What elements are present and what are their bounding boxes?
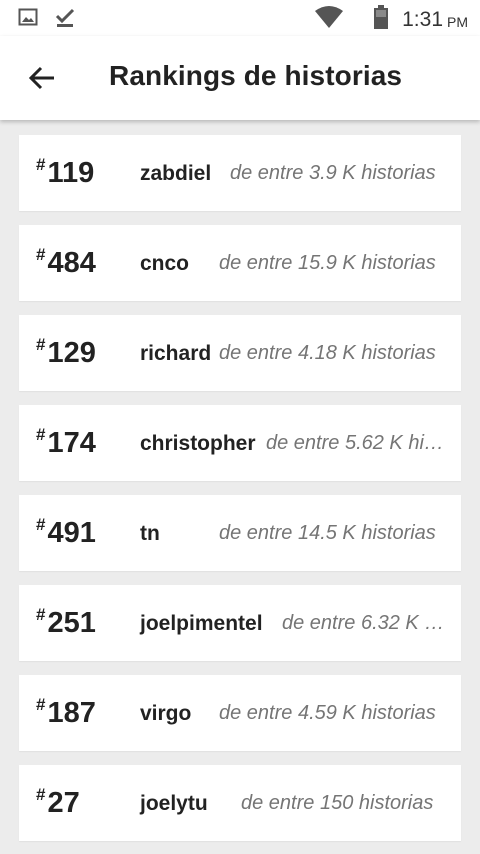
rank-number: #484	[36, 245, 96, 280]
ranking-card[interactable]: #174 christopher de entre 5.62 K hi…	[19, 405, 461, 481]
story-count: de entre 150 historias	[241, 792, 434, 814]
rank-number: #129	[36, 335, 96, 370]
rank-value: 129	[47, 337, 96, 369]
tag-name: virgo	[140, 702, 192, 725]
rank-value: 119	[47, 157, 95, 189]
clock-ampm: PM	[447, 13, 468, 30]
page-title: Rankings de historias	[109, 60, 403, 91]
hash-symbol: #	[36, 785, 46, 804]
ranking-card[interactable]: #119 zabdiel de entre 3.9 K historias	[19, 135, 461, 211]
tag-name: cnco	[140, 252, 190, 275]
story-count: de entre 4.18 K historias	[219, 342, 436, 364]
clock-time: 1:31	[402, 7, 443, 31]
rank-number: #187	[36, 695, 96, 730]
rank-value: 27	[47, 787, 80, 819]
arrow-left-icon	[28, 66, 54, 90]
ranking-card[interactable]: #484 cnco de entre 15.9 K historias	[19, 225, 461, 301]
ranking-card[interactable]: #129 richard de entre 4.18 K historias	[19, 315, 461, 391]
wifi-icon	[314, 5, 344, 34]
tag-name: joelytu	[140, 792, 208, 815]
story-count: de entre 14.5 K historias	[219, 522, 436, 544]
rank-value: 491	[47, 517, 96, 549]
rank-number: #491	[36, 515, 96, 550]
app-bar: Rankings de historias	[0, 36, 480, 120]
tag-name: tn	[140, 522, 160, 545]
story-count: de entre 15.9 K historias	[219, 252, 436, 274]
rank-number: #174	[36, 425, 96, 460]
hash-symbol: #	[36, 245, 46, 264]
download-done-icon	[54, 7, 76, 34]
ranking-card[interactable]: #491 tn de entre 14.5 K historias	[19, 495, 461, 571]
rank-number: #251	[36, 605, 96, 640]
rank-value: 174	[47, 427, 96, 459]
hash-symbol: #	[36, 425, 46, 444]
story-count: de entre 4.59 K historias	[219, 702, 436, 724]
rank-value: 251	[47, 607, 96, 639]
back-button[interactable]	[24, 60, 60, 96]
tag-name: zabdiel	[140, 162, 212, 185]
hash-symbol: #	[36, 605, 46, 624]
hash-symbol: #	[36, 515, 46, 534]
rank-value: 187	[47, 697, 96, 729]
rankings-list: #119 zabdiel de entre 3.9 K historias #4…	[0, 120, 480, 854]
ranking-card[interactable]: #251 joelpimentel de entre 6.32 K …	[19, 585, 461, 661]
rank-number: #27	[36, 785, 80, 820]
hash-symbol: #	[36, 155, 46, 174]
hash-symbol: #	[36, 335, 46, 354]
tag-name: christopher	[140, 432, 256, 455]
status-bar: 1:31 PM	[0, 0, 480, 36]
image-icon	[18, 7, 38, 34]
tag-name: richard	[140, 342, 212, 365]
rank-number: #119	[36, 155, 95, 190]
rank-value: 484	[47, 247, 96, 279]
story-count: de entre 3.9 K historias	[230, 162, 436, 184]
ranking-card[interactable]: #187 virgo de entre 4.59 K historias	[19, 675, 461, 751]
tag-name: joelpimentel	[140, 612, 263, 635]
story-count: de entre 5.62 K hi…	[266, 432, 444, 454]
story-count: de entre 6.32 K …	[282, 612, 445, 634]
ranking-card[interactable]: #27 joelytu de entre 150 historias	[19, 765, 461, 841]
hash-symbol: #	[36, 695, 46, 714]
battery-icon	[374, 5, 389, 34]
